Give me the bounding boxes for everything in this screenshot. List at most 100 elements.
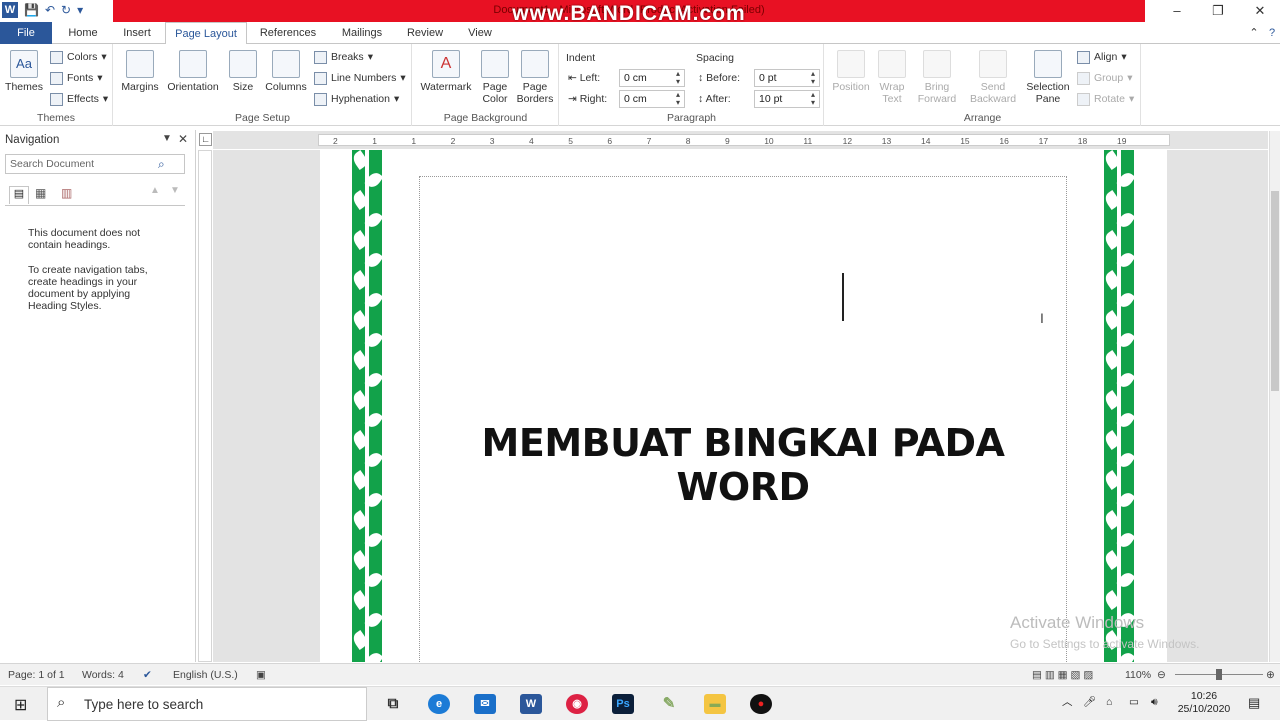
- tray-overflow-icon[interactable]: ︿: [1062, 696, 1073, 709]
- taskbar-search-box[interactable]: Type here to search: [47, 687, 367, 721]
- margins-button[interactable]: Margins: [118, 50, 162, 93]
- word-taskbar-icon[interactable]: W: [520, 694, 542, 714]
- customize-qat-icon[interactable]: ▾: [77, 3, 83, 17]
- mail-icon[interactable]: ✉: [474, 694, 496, 714]
- save-icon[interactable]: 💾: [24, 3, 39, 17]
- results-tab-icon[interactable]: ▥: [61, 186, 72, 200]
- columns-icon: [272, 50, 300, 78]
- view-buttons[interactable]: ▤ ▥ ▦ ▧ ▨: [1032, 669, 1093, 681]
- word-count[interactable]: Words: 4: [82, 669, 124, 681]
- wrap-text-button[interactable]: Wrap Text: [875, 50, 909, 105]
- fonts-button[interactable]: Fonts ▾: [50, 69, 103, 87]
- hyphenation-button[interactable]: Hyphenation ▾: [314, 90, 399, 108]
- vertical-ruler[interactable]: [198, 150, 212, 662]
- page-color-button[interactable]: Page Color: [477, 50, 513, 105]
- spacing-after-text: After:: [705, 93, 731, 105]
- indent-right-input[interactable]: 0 cm: [619, 90, 685, 108]
- photoshop-icon[interactable]: Ps: [612, 694, 634, 714]
- scroll-thumb[interactable]: [1271, 191, 1279, 391]
- help-icon[interactable]: ?: [1264, 22, 1280, 44]
- minimize-button[interactable]: –: [1155, 0, 1199, 22]
- zoom-in-icon[interactable]: ⊕: [1266, 669, 1275, 681]
- tab-insert[interactable]: Insert: [114, 22, 160, 44]
- text-box[interactable]: MEMBUAT BINGKAI PADA WORD: [419, 176, 1067, 662]
- notifications-icon[interactable]: ▤: [1248, 696, 1260, 709]
- line-numbers-button[interactable]: Line Numbers ▾: [314, 69, 406, 87]
- headings-tab-icon[interactable]: ▤: [9, 186, 29, 204]
- battery-icon[interactable]: ▭: [1129, 696, 1139, 709]
- search-icon[interactable]: ⌕: [158, 157, 165, 172]
- orientation-label: Orientation: [167, 81, 219, 93]
- proofing-icon[interactable]: ✔: [143, 669, 152, 681]
- tab-view[interactable]: View: [458, 22, 502, 44]
- edge-icon[interactable]: e: [428, 694, 450, 714]
- text-cursor: [842, 273, 844, 321]
- themes-group: Aa Themes Colors ▾ Fonts ▾ Effects ▾ The…: [0, 44, 113, 126]
- windows-start-icon[interactable]: ⊞: [14, 695, 27, 715]
- bandicam-icon[interactable]: ●: [750, 694, 772, 714]
- selection-pane-button[interactable]: Selection Pane: [1023, 50, 1073, 105]
- vertical-scrollbar[interactable]: [1269, 131, 1280, 662]
- zoom-slider-thumb[interactable]: [1216, 669, 1222, 680]
- watermark-button[interactable]: A Watermark: [417, 50, 475, 93]
- tab-page-layout[interactable]: Page Layout: [165, 22, 247, 45]
- align-icon: [1077, 50, 1090, 64]
- tab-selector[interactable]: ∟: [199, 133, 212, 146]
- paint-icon[interactable]: ✎: [658, 694, 680, 714]
- indent-right-text: Right:: [579, 93, 608, 105]
- ruler-tick-label: 6: [607, 136, 613, 146]
- spacing-after-label: ↕ After:: [698, 93, 731, 105]
- tab-references[interactable]: References: [252, 22, 324, 44]
- bring-forward-button[interactable]: Bring Forward: [913, 50, 961, 105]
- page-borders-button[interactable]: Page Borders: [515, 50, 555, 105]
- macro-icon[interactable]: ▣: [256, 669, 266, 681]
- orientation-button[interactable]: Orientation: [164, 50, 222, 93]
- group-button[interactable]: Group ▾: [1077, 69, 1132, 87]
- previous-icon[interactable]: ▲: [150, 185, 160, 196]
- redo-icon[interactable]: ↻: [61, 3, 71, 17]
- next-icon[interactable]: ▼: [170, 185, 180, 196]
- tab-home[interactable]: Home: [60, 22, 106, 44]
- horizontal-ruler[interactable]: 2 1 1 2 3 4 5 6 7 8 9 10 11 12 13 14 15 16 17 18 19: [213, 131, 1268, 149]
- clock[interactable]: 10:26 25/10/2020: [1175, 690, 1233, 716]
- themes-button[interactable]: Aa Themes: [4, 50, 44, 93]
- pages-tab-icon[interactable]: ▦: [35, 186, 46, 200]
- language-indicator[interactable]: English (U.S.): [173, 669, 238, 681]
- hyphenation-icon: [314, 92, 327, 106]
- spacing-after-input[interactable]: 10 pt: [754, 90, 820, 108]
- microphone-icon[interactable]: 🎤︎: [1083, 696, 1096, 709]
- zoom-out-icon[interactable]: ⊖: [1157, 669, 1166, 681]
- colors-button[interactable]: Colors ▾: [50, 48, 107, 66]
- close-pane-icon[interactable]: ✕: [178, 132, 188, 146]
- page-count[interactable]: Page: 1 of 1: [8, 669, 65, 681]
- position-button[interactable]: Position: [829, 50, 873, 93]
- tab-file[interactable]: File: [0, 22, 52, 44]
- size-button[interactable]: Size: [226, 50, 260, 93]
- paragraph-group-label: Paragraph: [666, 112, 717, 124]
- ruler-tick-label: 11: [803, 136, 813, 146]
- rotate-button[interactable]: Rotate ▾: [1077, 90, 1134, 108]
- breaks-button[interactable]: Breaks ▾: [314, 48, 373, 66]
- close-button[interactable]: ✕: [1238, 0, 1280, 22]
- send-backward-button[interactable]: Send Backward: [965, 50, 1021, 105]
- align-button[interactable]: Align ▾: [1077, 48, 1127, 66]
- effects-button[interactable]: Effects ▾: [50, 90, 108, 108]
- columns-button[interactable]: Columns: [262, 50, 310, 93]
- spacing-before-input[interactable]: 0 pt: [754, 69, 820, 87]
- task-view-icon[interactable]: ⧉: [382, 694, 404, 714]
- tab-review[interactable]: Review: [400, 22, 450, 44]
- tab-mailings[interactable]: Mailings: [332, 22, 392, 44]
- document-heading[interactable]: MEMBUAT BINGKAI PADA WORD: [420, 421, 1066, 509]
- file-explorer-icon[interactable]: ▬: [704, 694, 726, 714]
- zoom-level[interactable]: 110%: [1125, 669, 1151, 681]
- undo-icon[interactable]: ↶: [45, 3, 55, 17]
- recorder-icon[interactable]: ◉: [566, 694, 588, 714]
- volume-icon[interactable]: 🔊︎: [1151, 696, 1158, 709]
- maximize-button[interactable]: ❐: [1196, 0, 1240, 22]
- pane-options-icon[interactable]: ▼: [162, 133, 172, 144]
- document-page[interactable]: MEMBUAT BINGKAI PADA WORD I: [320, 150, 1167, 662]
- indent-left-input[interactable]: 0 cm: [619, 69, 685, 87]
- word-logo-icon[interactable]: W: [2, 2, 18, 18]
- network-icon[interactable]: ⌂: [1106, 696, 1112, 709]
- minimize-ribbon-icon[interactable]: ⌃: [1246, 22, 1262, 44]
